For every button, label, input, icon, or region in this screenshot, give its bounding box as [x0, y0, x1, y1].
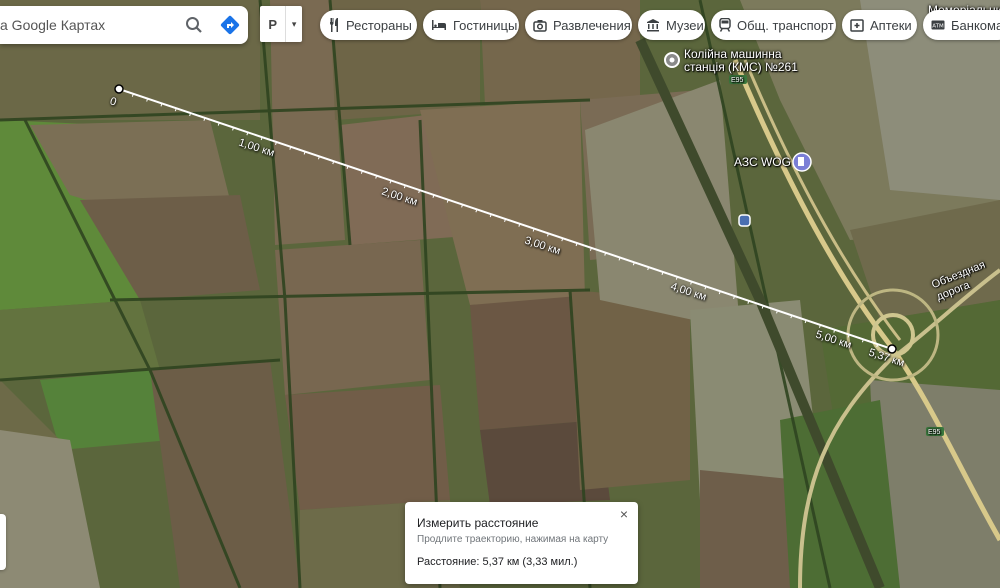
hotel-icon — [432, 20, 446, 30]
chip-label: Музеи — [666, 17, 704, 33]
search-box[interactable]: а Google Картах — [0, 6, 248, 44]
directions-icon — [220, 15, 240, 35]
panel-distance: Расстояние: 5,37 км (3,33 мил.) — [417, 556, 578, 568]
chip-label: Общ. транспорт — [737, 17, 834, 33]
search-button[interactable] — [176, 6, 212, 44]
transit-icon — [719, 18, 731, 32]
layer-label: P — [268, 16, 278, 32]
close-icon[interactable]: × — [616, 506, 632, 522]
chevron-down-icon[interactable]: ▾ — [285, 6, 302, 42]
place-label-line: станція (КМС) №261 — [684, 60, 798, 74]
place-marker-icon[interactable] — [664, 52, 680, 68]
transit-stop-icon[interactable] — [738, 214, 751, 227]
chip-label: Рестораны — [346, 17, 412, 33]
svg-text:ATM: ATM — [932, 23, 944, 29]
chip-transit[interactable]: Общ. транспорт — [711, 10, 836, 40]
chip-label: Банкома — [951, 17, 1000, 33]
chip-label: Развлечения — [553, 17, 631, 33]
layer-toggle-button[interactable]: P ▾ — [260, 6, 302, 42]
chip-label: Гостиницы — [453, 17, 518, 33]
pharmacy-icon — [850, 19, 864, 32]
place-label-station[interactable]: Колійна машинна станція (КМС) №261 — [684, 48, 798, 74]
route-label-e95: E95 — [731, 77, 744, 84]
place-label-gas[interactable]: АЗС WOG — [734, 156, 791, 169]
place-label-line: Колійна машинна — [684, 47, 782, 61]
gas-station-icon[interactable] — [792, 152, 812, 172]
museum-icon — [647, 19, 659, 32]
measure-distance-panel: Измерить расстояние Продлите траекторию,… — [405, 502, 638, 584]
search-icon — [186, 17, 202, 33]
camera-icon — [533, 19, 547, 32]
chip-hotels[interactable]: Гостиницы — [423, 10, 519, 40]
chip-museums[interactable]: Музеи — [638, 10, 705, 40]
measure-start-point[interactable] — [114, 84, 124, 94]
panel-title: Измерить расстояние — [417, 516, 539, 530]
search-input[interactable]: а Google Картах — [0, 17, 176, 33]
chip-atm[interactable]: ATM Банкома — [923, 10, 1000, 40]
layers-thumbnail[interactable] — [0, 514, 6, 570]
atm-icon: ATM — [931, 20, 945, 30]
satellite-map[interactable] — [0, 0, 1000, 588]
chip-pharmacies[interactable]: Аптеки — [842, 10, 917, 40]
chip-entertainment[interactable]: Развлечения — [525, 10, 632, 40]
chip-restaurants[interactable]: Рестораны — [320, 10, 417, 40]
directions-button[interactable] — [212, 6, 248, 44]
restaurant-icon — [329, 18, 338, 32]
route-label-e95: E95 — [928, 429, 941, 436]
panel-subtitle: Продлите траекторию, нажимая на карту — [417, 534, 609, 545]
chip-label: Аптеки — [870, 17, 912, 33]
